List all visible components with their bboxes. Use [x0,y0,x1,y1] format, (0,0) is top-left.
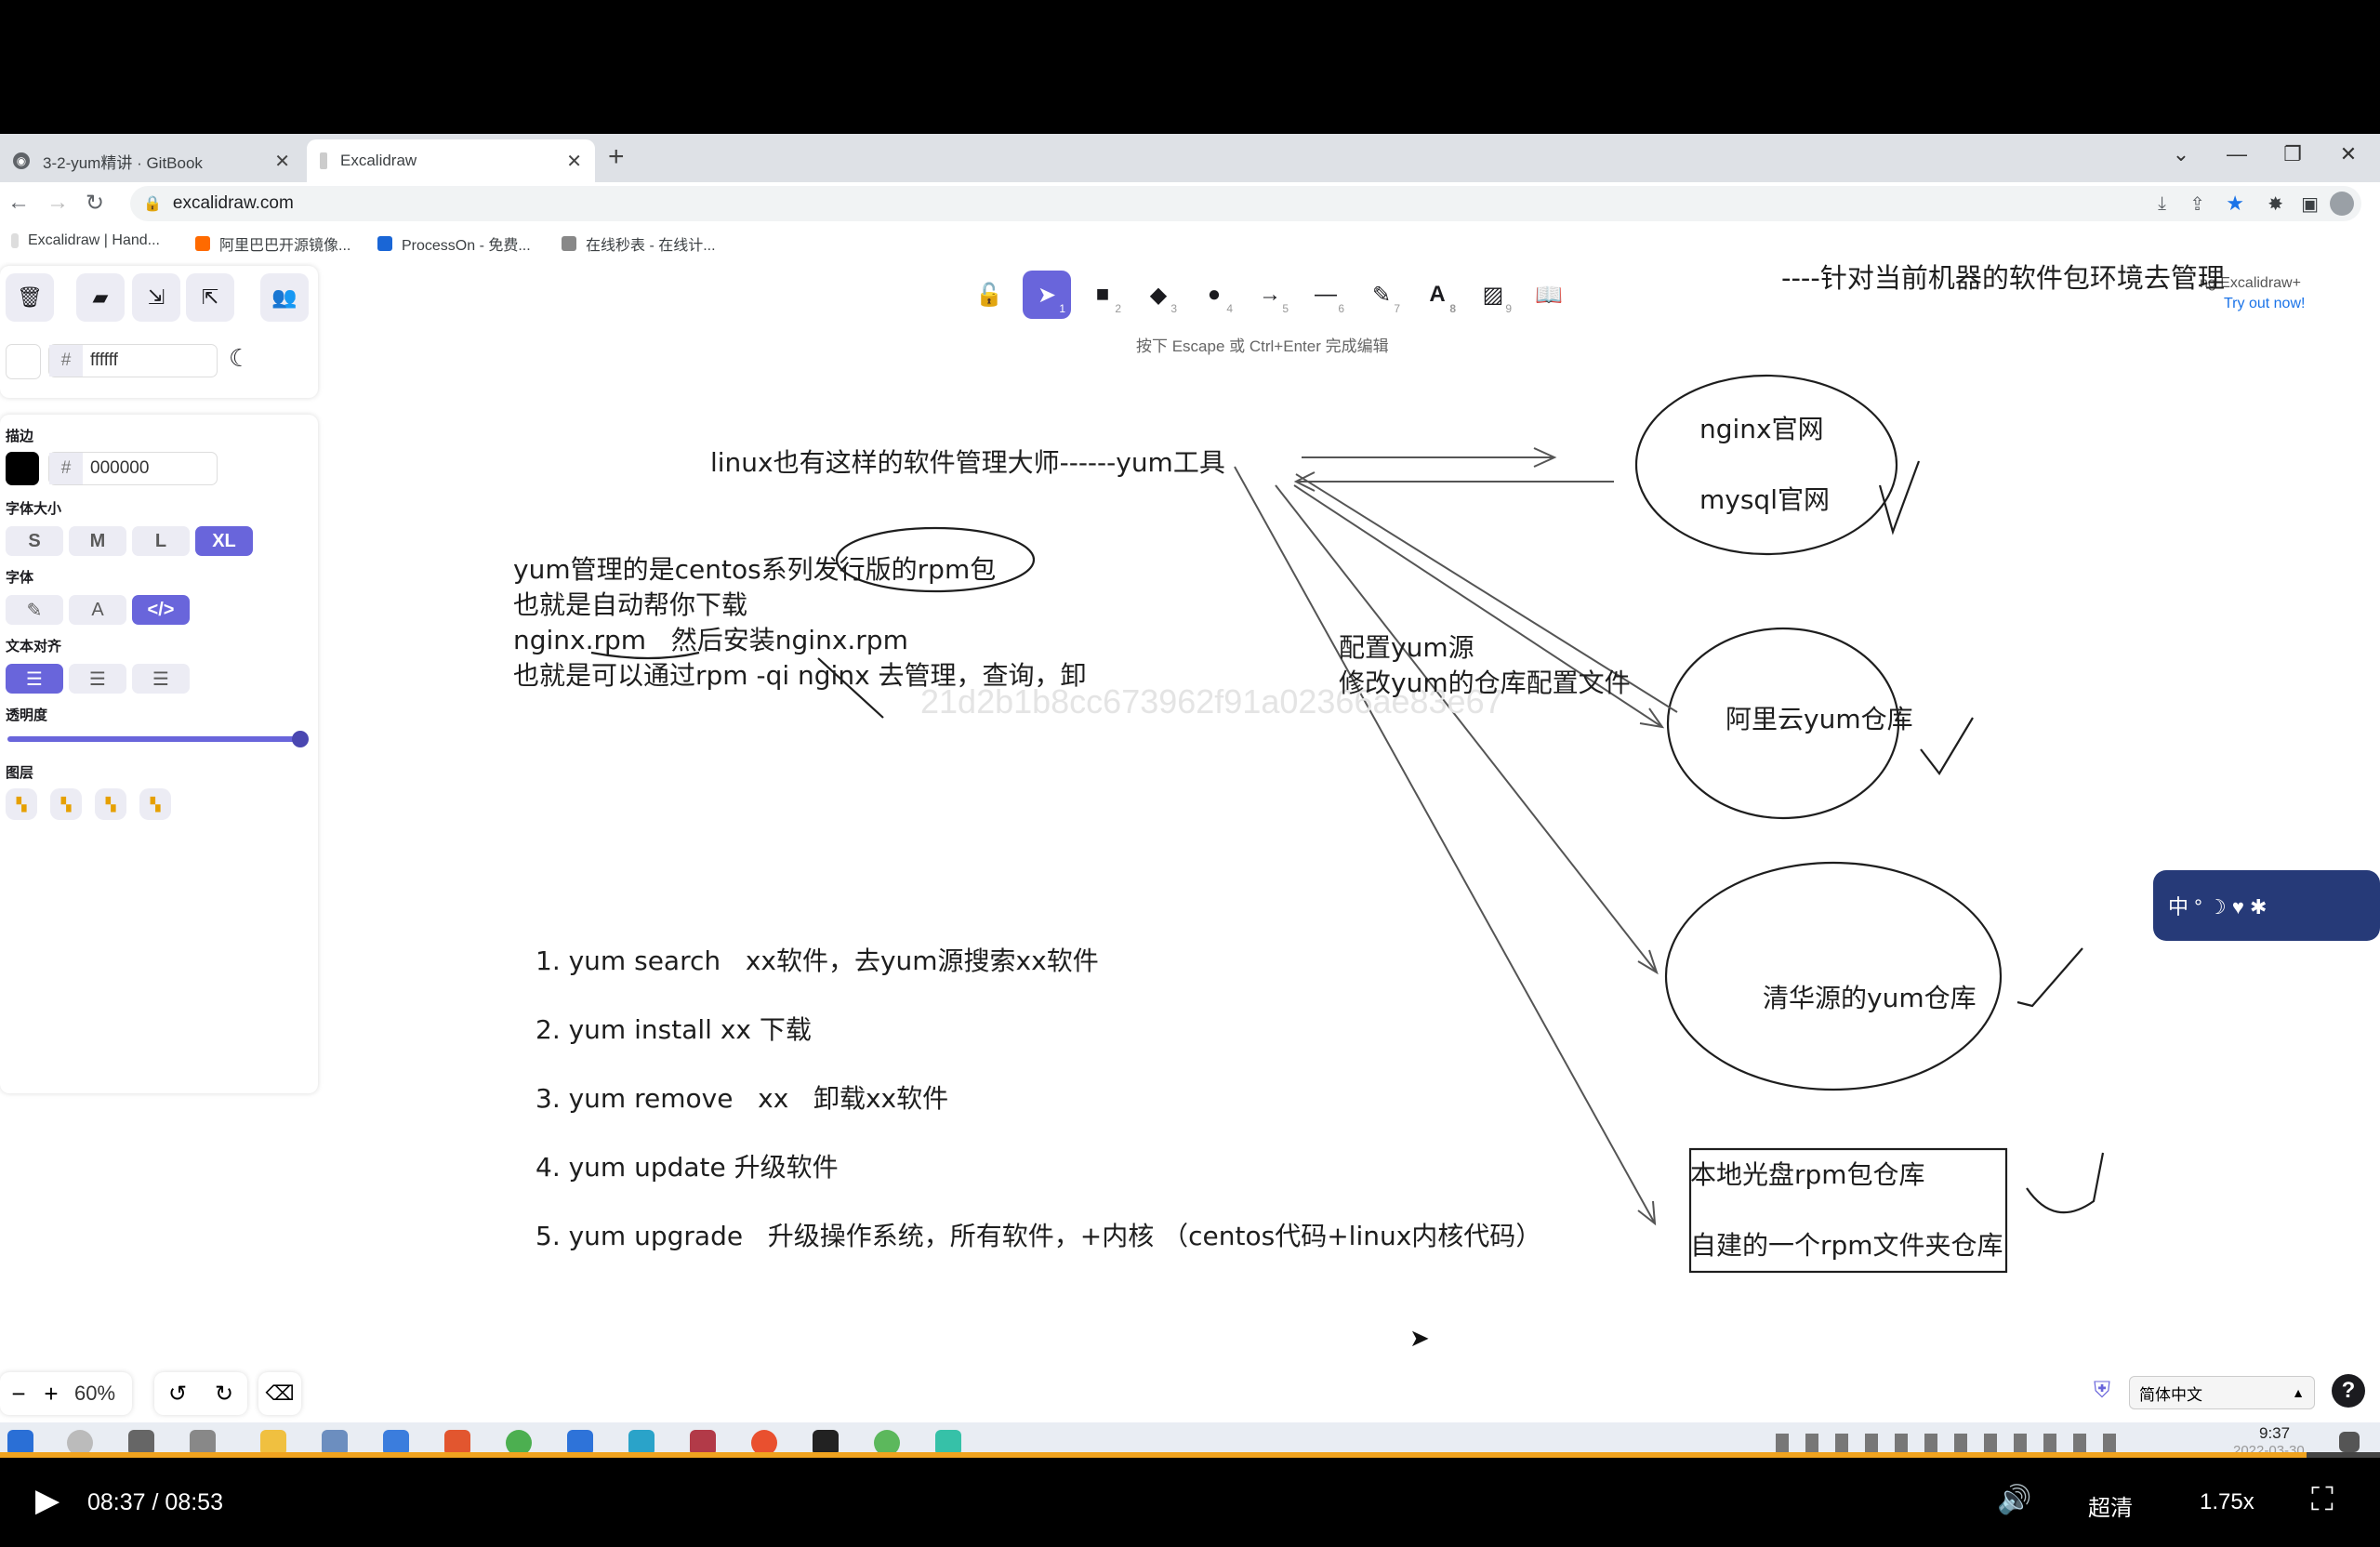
shield-icon: ⛨ [2094,1378,2110,1403]
checkmark [1920,717,1974,775]
close-tab-icon[interactable]: ✕ [274,150,290,173]
profile-avatar[interactable] [2330,192,2354,216]
zoom-in-button[interactable]: + [37,1380,65,1408]
undo-icon[interactable]: ↺ [168,1381,187,1408]
nginx-official-text: nginx官网 [1699,414,1824,444]
video-player-controls: ▶ 08:37 / 08:53 🔊 超清 1.75x ⛶ [0,1458,2380,1547]
mysql-official-text: mysql官网 [1699,484,1830,515]
ime-toolbar[interactable]: 中 ° ☽ ♥ ✱ [2153,870,2380,941]
checkmark [2026,1152,2105,1214]
time-separator: / [152,1489,159,1515]
excalidraw-favicon-icon [11,233,19,248]
help-icon[interactable]: ? [2332,1374,2365,1408]
command-item: 5. yum upgrade 升级操作系统，所有软件，+内核 （centos代码… [536,1221,1542,1251]
bookmark-processon[interactable]: ProcessOn - 免费... [377,232,531,255]
bookmarks-bar: Excalidraw | Hand... 阿里巴巴开源镜像... Process… [0,225,2380,263]
command-item: 4. yum update 升级软件 [536,1152,839,1183]
notification-icon[interactable] [2339,1432,2360,1452]
bookmark-star-icon[interactable]: ★ [2226,192,2244,216]
total-time: 08:53 [165,1489,223,1515]
checkmark [2016,947,2083,1008]
playback-speed-button[interactable]: 1.75x [2200,1489,2254,1515]
aliyun-repo-text: 阿里云yum仓库 [1726,704,1913,734]
browser-toolbar: ← → ↻ 🔒 excalidraw.com ⤓ ⇪ ★ ✸ ▣ [0,182,2380,225]
checkmark [1878,460,1921,536]
description-line: nginx.rpm 然后安装nginx.rpm [513,625,908,655]
description-line: 也就是自动帮你下载 [513,589,748,620]
browser-tab-strip: ◉ 3-2-yum精讲 · GitBook ✕ Excalidraw ✕ + ⌄… [0,134,2380,182]
tab-title: Excalidraw [340,152,417,169]
top-note-text: ----针对当前机器的软件包环境去管理 [1781,262,2225,294]
zoom-level[interactable]: 60% [74,1382,115,1406]
forward-button[interactable]: → [46,190,69,216]
config-yum-source-text: 配置yum源修改yum的仓库配置文件 [1339,630,1631,701]
bookmark-excalidraw[interactable]: Excalidraw | Hand... [11,232,160,249]
url-text: excalidraw.com [172,193,294,213]
bookmark-aliyun[interactable]: 阿里巴巴开源镜像... [195,232,350,255]
tab-gitbook[interactable]: ◉ 3-2-yum精讲 · GitBook ✕ [0,139,303,182]
bookmark-stopwatch[interactable]: 在线秒表 - 在线计... [562,232,716,255]
redo-icon[interactable]: ↻ [215,1381,233,1408]
aliyun-icon [195,236,210,251]
zoom-controls: − + 60% [0,1372,132,1415]
lock-icon: 🔒 [143,196,162,212]
command-item: 2. yum install xx 下载 [536,1014,812,1045]
tab-search-chevron-icon[interactable]: ⌄ [2153,134,2209,175]
tsinghua-ellipse [1664,861,2003,1091]
bookmark-label: Excalidraw | Hand... [28,232,160,248]
close-window-button[interactable]: ✕ [2320,134,2376,175]
dropdown-arrow-icon: ▲ [2292,1385,2305,1400]
extension-icon[interactable]: ✸ [2268,192,2283,216]
address-bar[interactable]: 🔒 excalidraw.com ⤓ ⇪ ★ ✸ ▣ [130,186,2361,221]
yum-title-text: linux也有这样的软件管理大师------yum工具 [710,447,1225,478]
minimize-button[interactable]: — [2209,134,2265,175]
gitbook-favicon-icon: ◉ [13,152,30,169]
undo-redo-controls: ↺ ↻ [154,1372,247,1415]
language-select[interactable]: 简体中文 ▲ [2129,1376,2315,1409]
reload-button[interactable]: ↻ [86,190,104,217]
description-line: yum管理的是centos系列发行版的rpm包 [513,554,997,585]
command-item: 1. yum search xx软件，去yum源搜索xx软件 [536,945,1099,976]
clock-time: 9:37 [2259,1424,2291,1442]
language-value: 简体中文 [2139,1385,2202,1404]
share-icon[interactable]: ⇪ [2189,192,2205,216]
tab-excalidraw[interactable]: Excalidraw ✕ [307,139,595,182]
arrow-to-local [1234,466,1656,1224]
mouse-cursor-icon: ➤ [1409,1324,1430,1352]
play-icon[interactable]: ▶ [35,1482,60,1519]
bookmark-label: 在线秒表 - 在线计... [586,238,716,254]
eraser-icon[interactable]: ⌫ [258,1372,301,1415]
volume-icon[interactable]: 🔊 [1997,1484,2031,1516]
current-time: 08:37 [87,1489,146,1515]
local-cd-repo-text: 本地光盘rpm包仓库 [1690,1159,1925,1190]
back-button[interactable]: ← [7,190,30,216]
config-line: 修改yum的仓库配置文件 [1339,668,1631,698]
zoom-out-button[interactable]: − [0,1380,37,1408]
fullscreen-exit-icon[interactable]: ⛶ [2311,1482,2334,1518]
excalidraw-canvas[interactable]: 🗑 ▰ ⇲ ⇱ 👥 # ffffff ☾ 描边 # 000000 字体大小 S … [0,262,2380,1422]
config-line: 配置yum源 [1339,632,1474,663]
close-tab-icon[interactable]: ✕ [566,150,582,173]
self-built-repo-text: 自建的一个rpm文件夹仓库 [1690,1230,2003,1261]
arrow-to-tsinghua [1275,484,1658,973]
tsinghua-repo-text: 清华源的yum仓库 [1763,983,1977,1013]
sidepanel-icon[interactable]: ▣ [2301,192,2319,216]
command-item: 3. yum remove xx 卸载xx软件 [536,1083,949,1114]
tab-title: 3-2-yum精讲 · GitBook [43,153,203,172]
stopwatch-icon [562,236,576,251]
system-tray-icons[interactable] [1776,1434,2129,1452]
bookmark-label: 阿里巴巴开源镜像... [219,238,351,254]
video-time: 08:37 / 08:53 [87,1489,223,1516]
processon-icon [377,236,392,251]
yum-description: yum管理的是centos系列发行版的rpm包 也就是自动帮你下载 nginx.rp… [513,552,1087,694]
excalidraw-favicon-icon [320,152,327,169]
quality-button[interactable]: 超清 [2088,1489,2133,1522]
restore-button[interactable]: ❐ [2265,134,2320,175]
bookmark-label: ProcessOn - 免费... [402,238,531,254]
ime-text: 中 ° ☽ ♥ ✱ [2168,895,2268,919]
new-tab-button[interactable]: + [608,141,625,173]
official-sites-ellipse [1634,374,1898,556]
install-icon[interactable]: ⤓ [2158,193,2166,215]
